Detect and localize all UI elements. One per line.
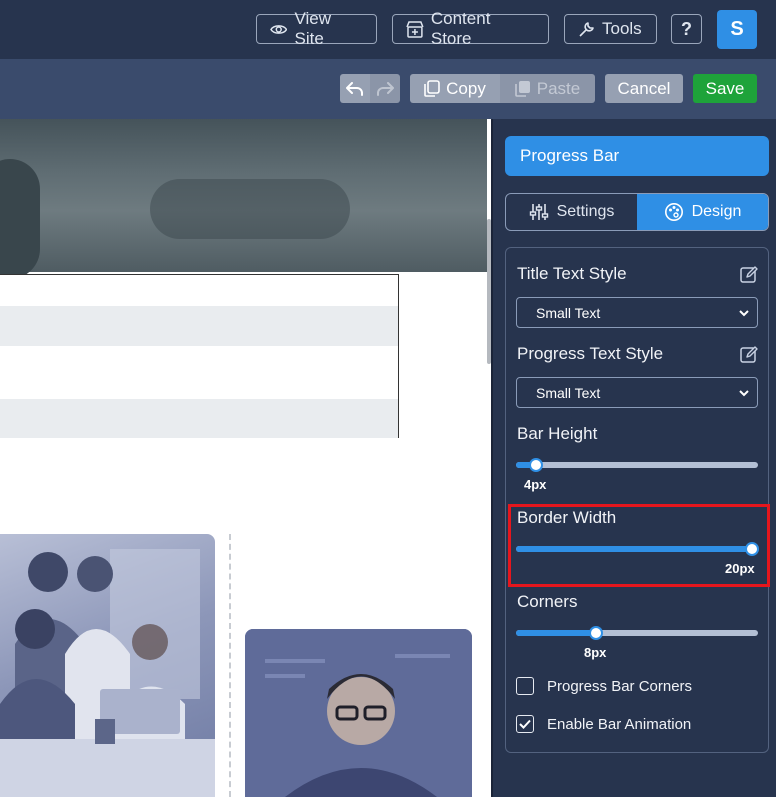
chevron-down-icon bbox=[739, 390, 749, 397]
redo-icon bbox=[377, 81, 394, 96]
title-text-style-value: Small Text bbox=[536, 304, 601, 321]
content-store-button[interactable]: Content Store bbox=[392, 9, 549, 48]
corners-slider[interactable] bbox=[516, 626, 758, 640]
edit-icon[interactable] bbox=[740, 346, 758, 364]
table-row bbox=[0, 306, 398, 346]
table-row bbox=[0, 399, 398, 438]
progress-bar-corners-label: Progress Bar Corners bbox=[547, 677, 693, 695]
tools-button[interactable]: Tools bbox=[564, 14, 657, 44]
copy-icon bbox=[424, 80, 440, 97]
store-icon bbox=[406, 20, 424, 38]
progress-text-style-label: Progress Text Style bbox=[517, 344, 664, 363]
bar-height-label: Bar Height bbox=[517, 424, 598, 443]
panel-tabs: Settings Design bbox=[505, 193, 769, 231]
enable-bar-animation-checkbox[interactable] bbox=[516, 715, 534, 733]
tab-settings-label: Settings bbox=[556, 203, 615, 220]
view-site-button[interactable]: View Site bbox=[256, 9, 377, 48]
progress-bar-corners-option[interactable]: Progress Bar Corners bbox=[516, 677, 692, 695]
hero-image bbox=[0, 119, 487, 279]
eye-icon bbox=[270, 24, 288, 34]
cancel-button[interactable]: Cancel bbox=[605, 74, 683, 103]
wrench-icon bbox=[579, 21, 594, 37]
border-width-value: 20px bbox=[725, 561, 755, 576]
corners-value: 8px bbox=[584, 645, 607, 660]
portrait-photo bbox=[245, 629, 472, 797]
border-width-label: Border Width bbox=[517, 508, 617, 527]
page-canvas[interactable] bbox=[0, 119, 491, 797]
title-text-style-label: Title Text Style bbox=[517, 264, 627, 283]
bar-height-thumb[interactable] bbox=[529, 458, 543, 472]
tab-settings[interactable]: Settings bbox=[506, 194, 637, 230]
tab-design-label: Design bbox=[691, 203, 742, 220]
checkmark-icon bbox=[519, 719, 531, 729]
avatar[interactable]: S bbox=[717, 10, 757, 49]
bar-height-slider[interactable] bbox=[516, 458, 758, 472]
help-button[interactable]: ? bbox=[671, 14, 702, 44]
corners-label: Corners bbox=[517, 592, 578, 611]
enable-bar-animation-option[interactable]: Enable Bar Animation bbox=[516, 715, 691, 733]
tools-label: Tools bbox=[602, 19, 642, 38]
view-site-label: View Site bbox=[294, 9, 332, 48]
design-options: Title Text Style Small Text Progress Tex… bbox=[505, 247, 770, 753]
top-bar: View Site Content Store Tools ? S bbox=[0, 0, 776, 59]
redo-button[interactable] bbox=[370, 74, 400, 103]
enable-bar-animation-label: Enable Bar Animation bbox=[547, 715, 692, 733]
design-panel: Progress Bar Settings Design Title Text … bbox=[491, 119, 776, 797]
tab-design[interactable]: Design bbox=[637, 194, 768, 230]
copy-label: Copy bbox=[446, 78, 486, 98]
content-store-label: Content Store bbox=[430, 9, 491, 48]
palette-icon bbox=[664, 203, 683, 221]
border-width-slider[interactable] bbox=[516, 542, 759, 556]
undo-button[interactable] bbox=[340, 74, 370, 103]
sliders-icon bbox=[529, 204, 548, 220]
bar-height-value: 4px bbox=[524, 477, 547, 492]
corners-thumb[interactable] bbox=[589, 626, 603, 640]
editor-toolbar: Copy Paste Cancel Save bbox=[0, 59, 776, 119]
copy-button[interactable]: Copy bbox=[410, 74, 500, 103]
progress-text-style-select[interactable]: Small Text bbox=[516, 377, 758, 408]
undo-icon bbox=[346, 81, 363, 96]
title-text-style-select[interactable]: Small Text bbox=[516, 297, 758, 328]
paste-label: Paste bbox=[536, 78, 581, 98]
border-width-thumb[interactable] bbox=[745, 542, 759, 556]
block-title: Progress Bar bbox=[505, 136, 769, 176]
column-divider bbox=[229, 534, 231, 797]
paste-icon bbox=[514, 81, 530, 97]
edit-icon[interactable] bbox=[740, 266, 758, 284]
chevron-down-icon bbox=[739, 310, 749, 317]
content-table[interactable] bbox=[0, 274, 399, 438]
progress-bar-corners-checkbox[interactable] bbox=[516, 677, 534, 695]
progress-text-style-value: Small Text bbox=[536, 384, 601, 401]
save-button[interactable]: Save bbox=[693, 74, 757, 103]
team-photo bbox=[0, 534, 215, 797]
paste-button[interactable]: Paste bbox=[500, 74, 595, 103]
